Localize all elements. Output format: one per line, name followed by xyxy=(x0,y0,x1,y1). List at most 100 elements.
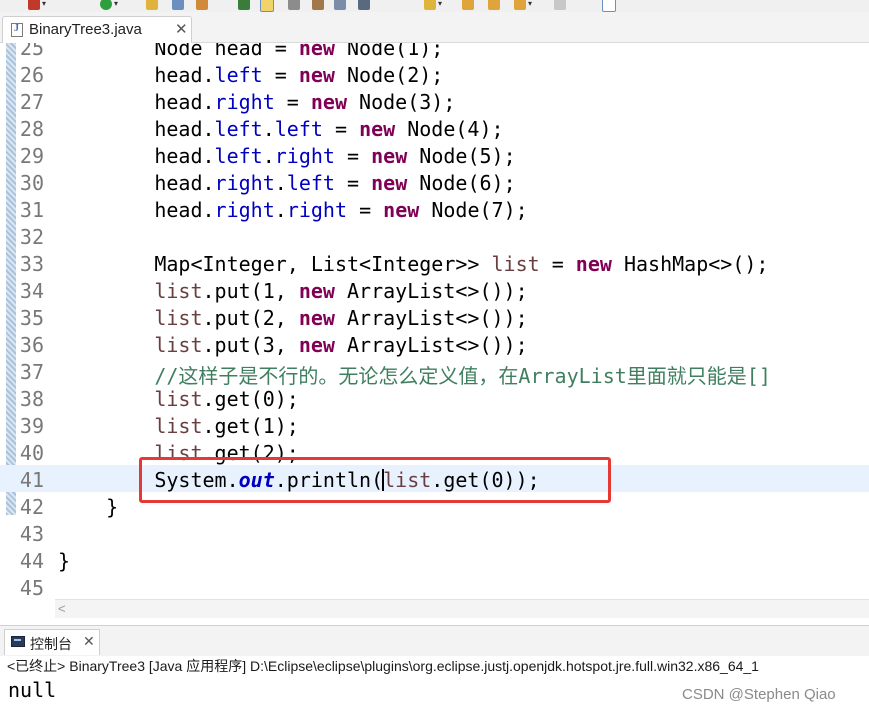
code-token: list xyxy=(154,279,203,303)
line-number: 35 xyxy=(19,306,44,330)
debug-icon[interactable] xyxy=(28,0,40,10)
scroll-left-icon[interactable]: < xyxy=(58,601,66,616)
document-icon[interactable] xyxy=(334,0,346,10)
line-number: 36 xyxy=(19,333,44,357)
code-text: list.get(0); xyxy=(58,387,299,411)
code-token: = xyxy=(262,63,299,87)
forward-icon[interactable] xyxy=(488,0,500,10)
code-line[interactable]: 34 list.put(1, new ArrayList<>()); xyxy=(0,276,869,303)
code-token: new xyxy=(371,171,408,195)
chevron-down-icon[interactable]: ▾ xyxy=(114,0,118,8)
code-token: ArrayList<>()); xyxy=(334,279,528,303)
code-line[interactable]: 30 head.right.left = new Node(6); xyxy=(0,168,869,195)
horizontal-scrollbar[interactable]: < xyxy=(55,599,869,618)
link-icon[interactable] xyxy=(288,0,300,10)
chevron-down-icon[interactable]: ▾ xyxy=(438,0,442,8)
layout-icon[interactable] xyxy=(358,0,370,10)
code-line[interactable]: 37 //这样子是不行的。无论怎么定义值，在ArrayList里面就只能是[] xyxy=(0,357,869,388)
code-token: list xyxy=(154,414,203,438)
line-number: 25 xyxy=(19,43,44,60)
watermark: CSDN @Stephen Qiao xyxy=(682,686,836,703)
code-token: = xyxy=(322,117,360,141)
console-view-header: 控制台 ✕ xyxy=(0,625,869,656)
properties-icon[interactable] xyxy=(312,0,324,10)
code-token: list xyxy=(491,252,540,276)
code-token: right xyxy=(214,171,275,195)
code-token: list xyxy=(154,306,203,330)
run-icon[interactable] xyxy=(100,0,112,10)
mark-occurrences-icon[interactable] xyxy=(260,0,274,12)
code-line[interactable]: 27 head.right = new Node(3); xyxy=(0,87,869,114)
edit-icon[interactable] xyxy=(196,0,208,10)
code-line[interactable]: 28 head.left.left = new Node(4); xyxy=(0,114,869,141)
code-line[interactable]: 45 xyxy=(0,573,869,599)
console-icon xyxy=(11,636,25,647)
code-token: new xyxy=(298,333,335,357)
code-token: right xyxy=(214,198,275,222)
line-number: 44 xyxy=(19,549,44,573)
new-window-icon[interactable] xyxy=(602,0,616,12)
code-line[interactable]: 43 xyxy=(0,519,869,546)
open-folder-icon[interactable] xyxy=(146,0,158,10)
code-line[interactable]: 33 Map<Integer, List<Integer>> list = ne… xyxy=(0,249,869,276)
code-line[interactable]: 29 head.left.right = new Node(5); xyxy=(0,141,869,168)
console-tab-label: 控制台 xyxy=(30,636,72,652)
main-toolbar: ▾ ▾ ▾ ▾ xyxy=(0,0,869,12)
navigate-back-icon[interactable] xyxy=(514,0,526,10)
tab-console[interactable]: 控制台 ✕ xyxy=(4,629,100,655)
code-token: left xyxy=(214,117,263,141)
code-token: right xyxy=(274,144,335,168)
code-line[interactable]: 39 list.get(1); xyxy=(0,411,869,438)
pin-icon[interactable] xyxy=(238,0,250,10)
navigate-forward-icon[interactable] xyxy=(554,0,566,10)
code-token: ArrayList<>()); xyxy=(334,306,528,330)
code-line[interactable]: 31 head.right.right = new Node(7); xyxy=(0,195,869,222)
code-text: head.left.right = new Node(5); xyxy=(58,144,516,168)
line-number: 45 xyxy=(19,576,44,599)
code-line[interactable]: 36 list.put(3, new ArrayList<>()); xyxy=(0,330,869,357)
line-number: 29 xyxy=(19,144,44,168)
next-annotation-icon[interactable] xyxy=(424,0,436,10)
code-token: . xyxy=(262,117,275,141)
chevron-down-icon[interactable]: ▾ xyxy=(528,0,532,8)
save-icon[interactable] xyxy=(172,0,184,10)
code-text: Map<Integer, List<Integer>> list = new H… xyxy=(58,252,768,276)
code-lines: 25 Node head = new Node(1); 26 head.left … xyxy=(0,43,869,599)
line-number: 33 xyxy=(19,252,44,276)
code-token: Node(3); xyxy=(347,90,456,114)
code-line[interactable]: 44} xyxy=(0,546,869,573)
editor-tab-strip: BinaryTree3.java ✕ xyxy=(0,12,869,43)
line-number: 31 xyxy=(19,198,44,222)
console-status-line: <已终止> BinaryTree3 [Java 应用程序] D:\Eclipse… xyxy=(7,658,759,674)
code-token: . xyxy=(262,144,275,168)
code-token: left xyxy=(214,144,263,168)
console-output[interactable]: null xyxy=(8,678,56,702)
code-token: Node(5); xyxy=(407,144,516,168)
code-line[interactable]: 38 list.get(0); xyxy=(0,384,869,411)
code-line[interactable]: 26 head.left = new Node(2); xyxy=(0,60,869,87)
chevron-down-icon[interactable]: ▾ xyxy=(42,0,46,8)
code-text: head.right.left = new Node(6); xyxy=(58,171,516,195)
code-line[interactable]: 35 list.put(2, new ArrayList<>()); xyxy=(0,303,869,330)
code-token: HashMap<>(); xyxy=(611,252,769,276)
code-editor[interactable]: 25 Node head = new Node(1); 26 head.left … xyxy=(0,43,869,599)
code-text: } xyxy=(58,495,118,519)
code-line[interactable]: 25 Node head = new Node(1); xyxy=(0,43,869,60)
code-token: head. xyxy=(58,171,215,195)
code-token: .put(1, xyxy=(202,279,299,303)
code-text: head.left.left = new Node(4); xyxy=(58,117,503,141)
code-token: left xyxy=(286,171,335,195)
close-icon[interactable]: ✕ xyxy=(83,633,95,650)
back-icon[interactable] xyxy=(462,0,474,10)
editor-tab-binarytree3[interactable]: BinaryTree3.java ✕ xyxy=(2,16,192,43)
code-text: } xyxy=(58,549,70,573)
code-line[interactable]: 32 xyxy=(0,222,869,249)
close-icon[interactable]: ✕ xyxy=(175,20,188,38)
code-token: Node(6); xyxy=(407,171,516,195)
code-token: new xyxy=(298,63,335,87)
code-token: head. xyxy=(58,117,215,141)
code-token: right xyxy=(286,198,348,222)
code-token: = xyxy=(334,171,372,195)
